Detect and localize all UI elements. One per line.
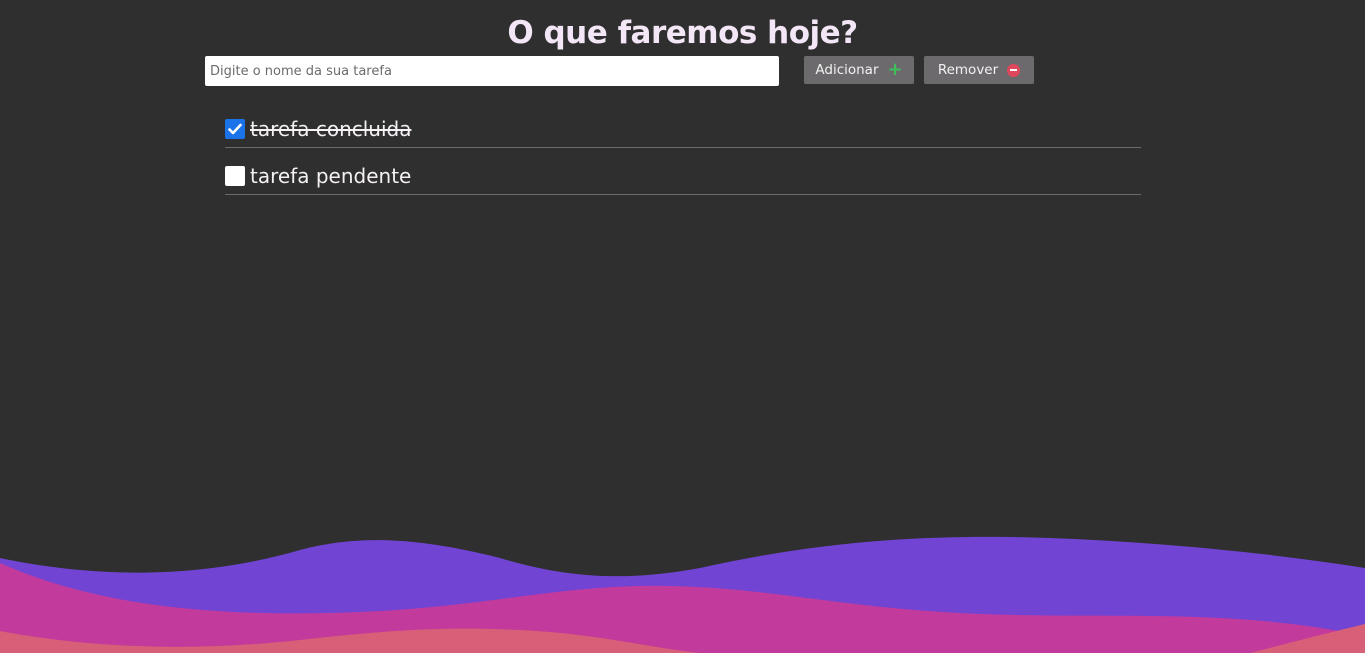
task-name-input[interactable] [205,56,779,86]
task-checkbox-unchecked[interactable] [225,166,245,186]
remove-button-label: Remover [937,62,999,78]
task-item: tarefa concluida [225,108,1141,148]
wave-decoration [0,536,1365,653]
plus-icon: + [887,59,903,80]
task-label[interactable]: tarefa pendente [250,164,411,188]
task-list: tarefa concluida tarefa pendente [225,108,1141,202]
page-title: O que faremos hoje? [507,15,858,51]
minus-circle-icon [1007,63,1021,77]
checkmark-icon [228,123,242,135]
add-button-label: Adicionar [815,62,879,78]
task-item: tarefa pendente [225,155,1141,195]
task-checkbox-checked[interactable] [225,119,245,139]
add-task-button[interactable]: Adicionar + [804,56,914,84]
todo-page: O que faremos hoje? Adicionar + Remover … [0,0,1365,653]
remove-task-button[interactable]: Remover [924,56,1034,84]
task-label[interactable]: tarefa concluida [250,117,411,141]
